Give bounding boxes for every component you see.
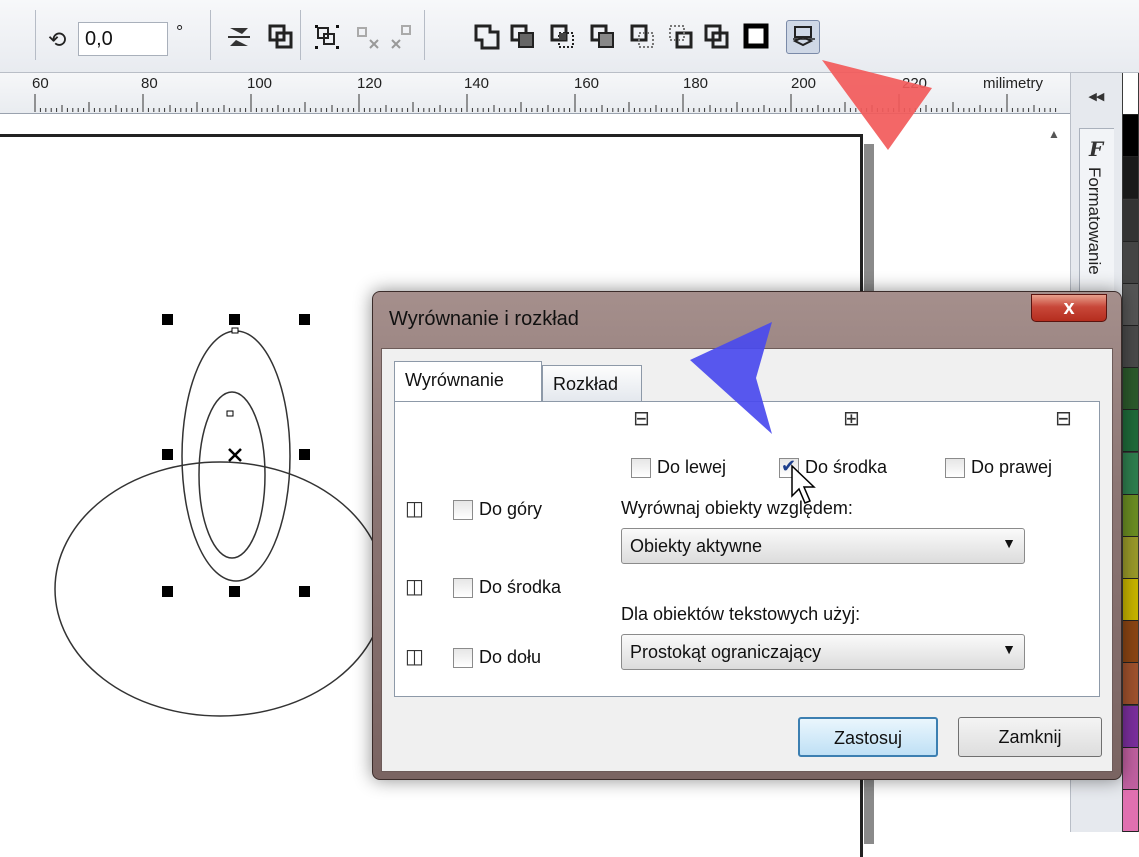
ruler-number: 180 xyxy=(683,75,709,92)
align-center-horizontal-checkbox[interactable] xyxy=(779,456,799,478)
chevron-down-icon: ▼ xyxy=(1002,535,1016,551)
intersect-icon[interactable] xyxy=(546,20,580,54)
ruler-number: 80 xyxy=(141,75,158,92)
align-distribute-dialog: Wyrównanie i rozkład x Wyrównanie Rozkła… xyxy=(372,291,1122,780)
palette-swatch[interactable] xyxy=(1123,199,1138,242)
palette-swatch[interactable] xyxy=(1123,326,1138,369)
center-marker xyxy=(228,448,242,462)
align-center-horizontal-icon: ⊞ xyxy=(843,406,860,430)
align-bottom-label: Do dołu xyxy=(479,647,542,667)
ruler-number: 60 xyxy=(32,75,49,92)
dialog-title: Wyrównanie i rozkład xyxy=(389,308,579,330)
trim-icon[interactable] xyxy=(506,20,540,54)
ungroup-icon[interactable] xyxy=(350,20,384,54)
palette-swatch[interactable] xyxy=(1123,579,1138,622)
align-right-checkbox[interactable] xyxy=(945,458,965,478)
mirror-icon[interactable] xyxy=(222,20,256,54)
align-left-checkbox[interactable] xyxy=(631,458,651,478)
align-center-vertical-checkbox[interactable] xyxy=(453,578,473,598)
palette-swatch[interactable] xyxy=(1123,283,1138,326)
ruler-unit: milimetry xyxy=(983,75,1043,92)
text-objects-label: Dla obiektów tekstowych użyj: xyxy=(621,604,861,624)
horizontal-ruler: 60 80 100 120 140 160 180 200 220 milime… xyxy=(0,73,1070,114)
formatting-icon: F xyxy=(1089,137,1104,161)
ruler-number: 220 xyxy=(902,75,928,92)
align-tab-panel: ⊟ ⊞ ⊟ Do lewej Do środka Do prawej ◫ Do … xyxy=(394,401,1100,697)
align-left-label: Do lewej xyxy=(657,457,727,477)
text-objects-select[interactable]: Prostokąt ograniczający ▼ xyxy=(621,634,1025,670)
combine-icon[interactable] xyxy=(264,20,298,54)
simplify-icon[interactable] xyxy=(586,20,620,54)
align-relative-value: Obiekty aktywne xyxy=(630,536,763,556)
apply-button[interactable]: Zastosuj xyxy=(798,717,938,757)
align-bottom-icon: ◫ xyxy=(405,644,424,668)
ruler-number: 100 xyxy=(247,75,273,92)
degree-symbol: ° xyxy=(176,22,184,42)
align-right-icon: ⊟ xyxy=(1055,406,1072,430)
align-relative-select[interactable]: Obiekty aktywne ▼ xyxy=(621,528,1025,564)
align-center-horizontal-label: Do środka xyxy=(805,457,888,477)
tab-align[interactable]: Wyrównanie xyxy=(394,361,542,401)
dialog-body: Wyrównanie Rozkład ⊟ ⊞ ⊟ Do lewej Do śro… xyxy=(381,348,1113,772)
scroll-up-icon[interactable]: ▲ xyxy=(1048,127,1060,141)
rotate-icon: ⟲ xyxy=(48,28,67,53)
back-minus-front-icon[interactable] xyxy=(664,20,698,54)
palette-swatch[interactable] xyxy=(1123,368,1138,411)
ungroup-all-icon[interactable] xyxy=(386,20,420,54)
rotation-angle-input[interactable] xyxy=(78,22,168,56)
weld-icon[interactable] xyxy=(470,20,504,54)
palette-swatch[interactable] xyxy=(1123,705,1138,748)
text-objects-value: Prostokąt ograniczający xyxy=(630,642,822,662)
color-palette xyxy=(1122,73,1139,832)
palette-swatch[interactable] xyxy=(1123,115,1138,158)
tab-distribute[interactable]: Rozkład xyxy=(542,365,642,401)
align-center-vertical-label: Do środka xyxy=(479,577,562,597)
create-boundary-icon[interactable] xyxy=(700,20,734,54)
palette-swatch[interactable] xyxy=(1123,621,1138,664)
palette-swatch[interactable] xyxy=(1123,536,1138,579)
group-icon[interactable] xyxy=(310,20,344,54)
toolbar-separator xyxy=(300,10,301,60)
ruler-number: 200 xyxy=(791,75,817,92)
palette-swatch[interactable] xyxy=(1123,663,1138,706)
front-minus-back-icon[interactable] xyxy=(626,20,660,54)
toolbar-separator xyxy=(35,10,36,60)
close-button[interactable]: Zamknij xyxy=(958,717,1102,757)
palette-swatch[interactable] xyxy=(1123,494,1138,537)
palette-swatch[interactable] xyxy=(1123,157,1138,200)
align-right-label: Do prawej xyxy=(971,457,1053,477)
node-handles[interactable] xyxy=(226,327,239,417)
convert-outline-icon[interactable] xyxy=(740,20,774,54)
chevron-down-icon: ▼ xyxy=(1002,641,1016,657)
toolbar-separator xyxy=(210,10,211,60)
ruler-number: 140 xyxy=(464,75,490,92)
align-top-label: Do góry xyxy=(479,499,543,519)
palette-swatch[interactable] xyxy=(1123,410,1138,453)
toolbar-separator xyxy=(424,10,425,60)
palette-swatch[interactable] xyxy=(1123,789,1138,832)
toolbar: ⟲ ° xyxy=(0,0,1139,73)
inner-ellipse[interactable] xyxy=(198,391,266,559)
docker-collapse-button[interactable]: ◂◂ xyxy=(1089,87,1104,105)
align-center-vertical-icon: ◫ xyxy=(405,574,424,598)
align-top-checkbox[interactable] xyxy=(453,500,473,520)
large-ellipse[interactable] xyxy=(54,461,386,717)
ruler-number: 160 xyxy=(574,75,600,92)
palette-swatch[interactable] xyxy=(1123,452,1138,495)
palette-swatch[interactable] xyxy=(1123,73,1138,116)
align-relative-label: Wyrównaj obiekty względem: xyxy=(621,498,853,518)
align-left-icon: ⊟ xyxy=(633,406,650,430)
align-top-icon: ◫ xyxy=(405,496,424,520)
align-distribute-icon[interactable] xyxy=(786,20,820,54)
palette-swatch[interactable] xyxy=(1123,241,1138,284)
ruler-number: 120 xyxy=(357,75,383,92)
dialog-close-button[interactable]: x xyxy=(1031,294,1107,322)
palette-swatch[interactable] xyxy=(1123,747,1138,790)
align-bottom-checkbox[interactable] xyxy=(453,648,473,668)
